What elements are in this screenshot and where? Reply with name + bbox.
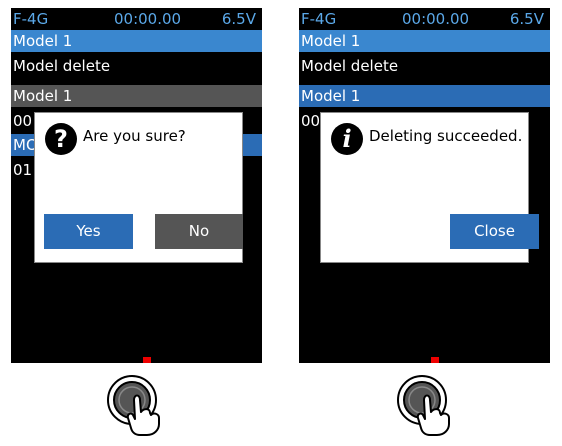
yes-button[interactable]: Yes [44,214,133,249]
status-bar: F-4G 00:00.00 6.5V [11,8,262,30]
voltage: 6.5V [509,10,544,28]
screen-confirm: F-4G 00:00.00 6.5V Model 1 Model delete … [11,8,262,363]
result-dialog: i Deleting succeeded. Close [320,112,539,263]
selected-model-row[interactable]: Model 1 [11,85,262,107]
model-header: Model 1 [11,30,262,52]
knob-press-icon[interactable] [104,372,168,436]
model-header: Model 1 [299,30,550,52]
model-code: F-4G [13,10,49,28]
dialog-message: Are you sure? [83,127,186,145]
page-title: Model delete [299,55,550,77]
info-icon: i [331,123,363,155]
knob-press-icon[interactable] [394,372,458,436]
confirm-dialog: ? Are you sure? Yes No [34,112,243,263]
dialog-message: Deleting succeeded. [369,127,523,145]
page-title: Model delete [11,55,262,77]
model-code: F-4G [301,10,337,28]
scroll-marker [431,357,439,363]
selected-model-row[interactable]: Model 1 [299,85,550,107]
question-icon: ? [45,123,77,155]
timer: 00:00.00 [114,10,182,28]
no-button[interactable]: No [155,214,243,249]
scroll-marker [143,357,151,363]
status-bar: F-4G 00:00.00 6.5V [299,8,550,30]
timer: 00:00.00 [402,10,470,28]
screen-result: F-4G 00:00.00 6.5V Model 1 Model delete … [299,8,550,363]
close-button[interactable]: Close [450,214,539,249]
voltage: 6.5V [221,10,256,28]
